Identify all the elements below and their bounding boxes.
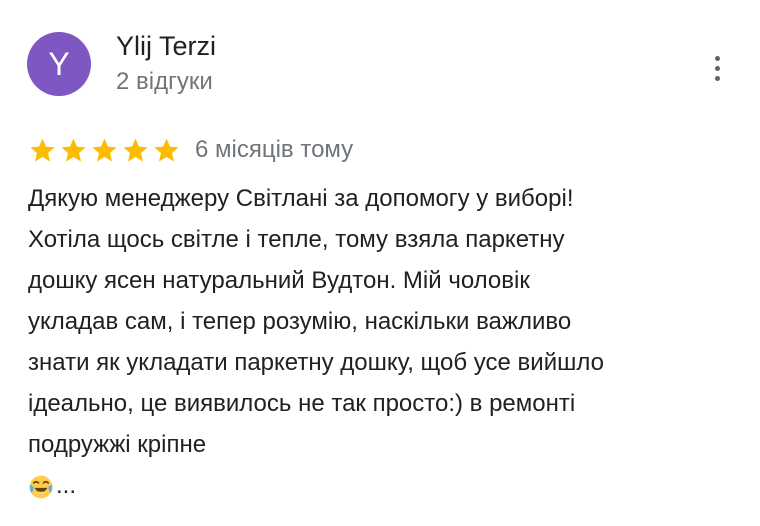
review-text: Дякую менеджеру Світлані за допомогу у в… (28, 178, 743, 506)
review-text-line: укладав сам, і тепер розумію, наскільки … (28, 308, 572, 335)
star-icon (154, 138, 179, 161)
avatar[interactable]: Y (27, 32, 91, 96)
author-review-count[interactable]: 2 відгуки (116, 66, 213, 98)
read-more-ellipsis[interactable]: ... (56, 465, 76, 506)
review-text-line: Дякую менеджеру Світлані за допомогу у в… (28, 185, 574, 212)
review-card: Y Ylij Terzi 2 відгуки 6 місяців тому Дя… (0, 0, 760, 526)
review-date: 6 місяців тому (195, 136, 354, 163)
star-icon (61, 138, 86, 161)
more-options-button[interactable] (702, 50, 732, 86)
review-text-line: ідеально, це виявилось не так просто:) в… (28, 390, 576, 417)
rating-row: 6 місяців тому (28, 132, 353, 168)
review-text-line: подружжі кріпне (28, 431, 207, 458)
star-icon (30, 138, 55, 161)
review-text-line: знати як укладати паркетну дошку, щоб ус… (28, 349, 604, 376)
face-with-tears-of-joy-icon (29, 475, 53, 499)
star-rating (28, 136, 181, 165)
review-text-last-line: ... (28, 465, 743, 506)
star-icon (123, 138, 148, 161)
more-vert-icon (714, 55, 720, 81)
review-text-line: Хотіла щось світле і тепле, тому взяла п… (28, 226, 565, 253)
star-icon (92, 138, 117, 161)
author-name[interactable]: Ylij Terzi (116, 28, 216, 64)
avatar-initial: Y (48, 45, 70, 82)
review-text-line: дошку ясен натуральний Вудтон. Мій чолов… (28, 267, 530, 294)
